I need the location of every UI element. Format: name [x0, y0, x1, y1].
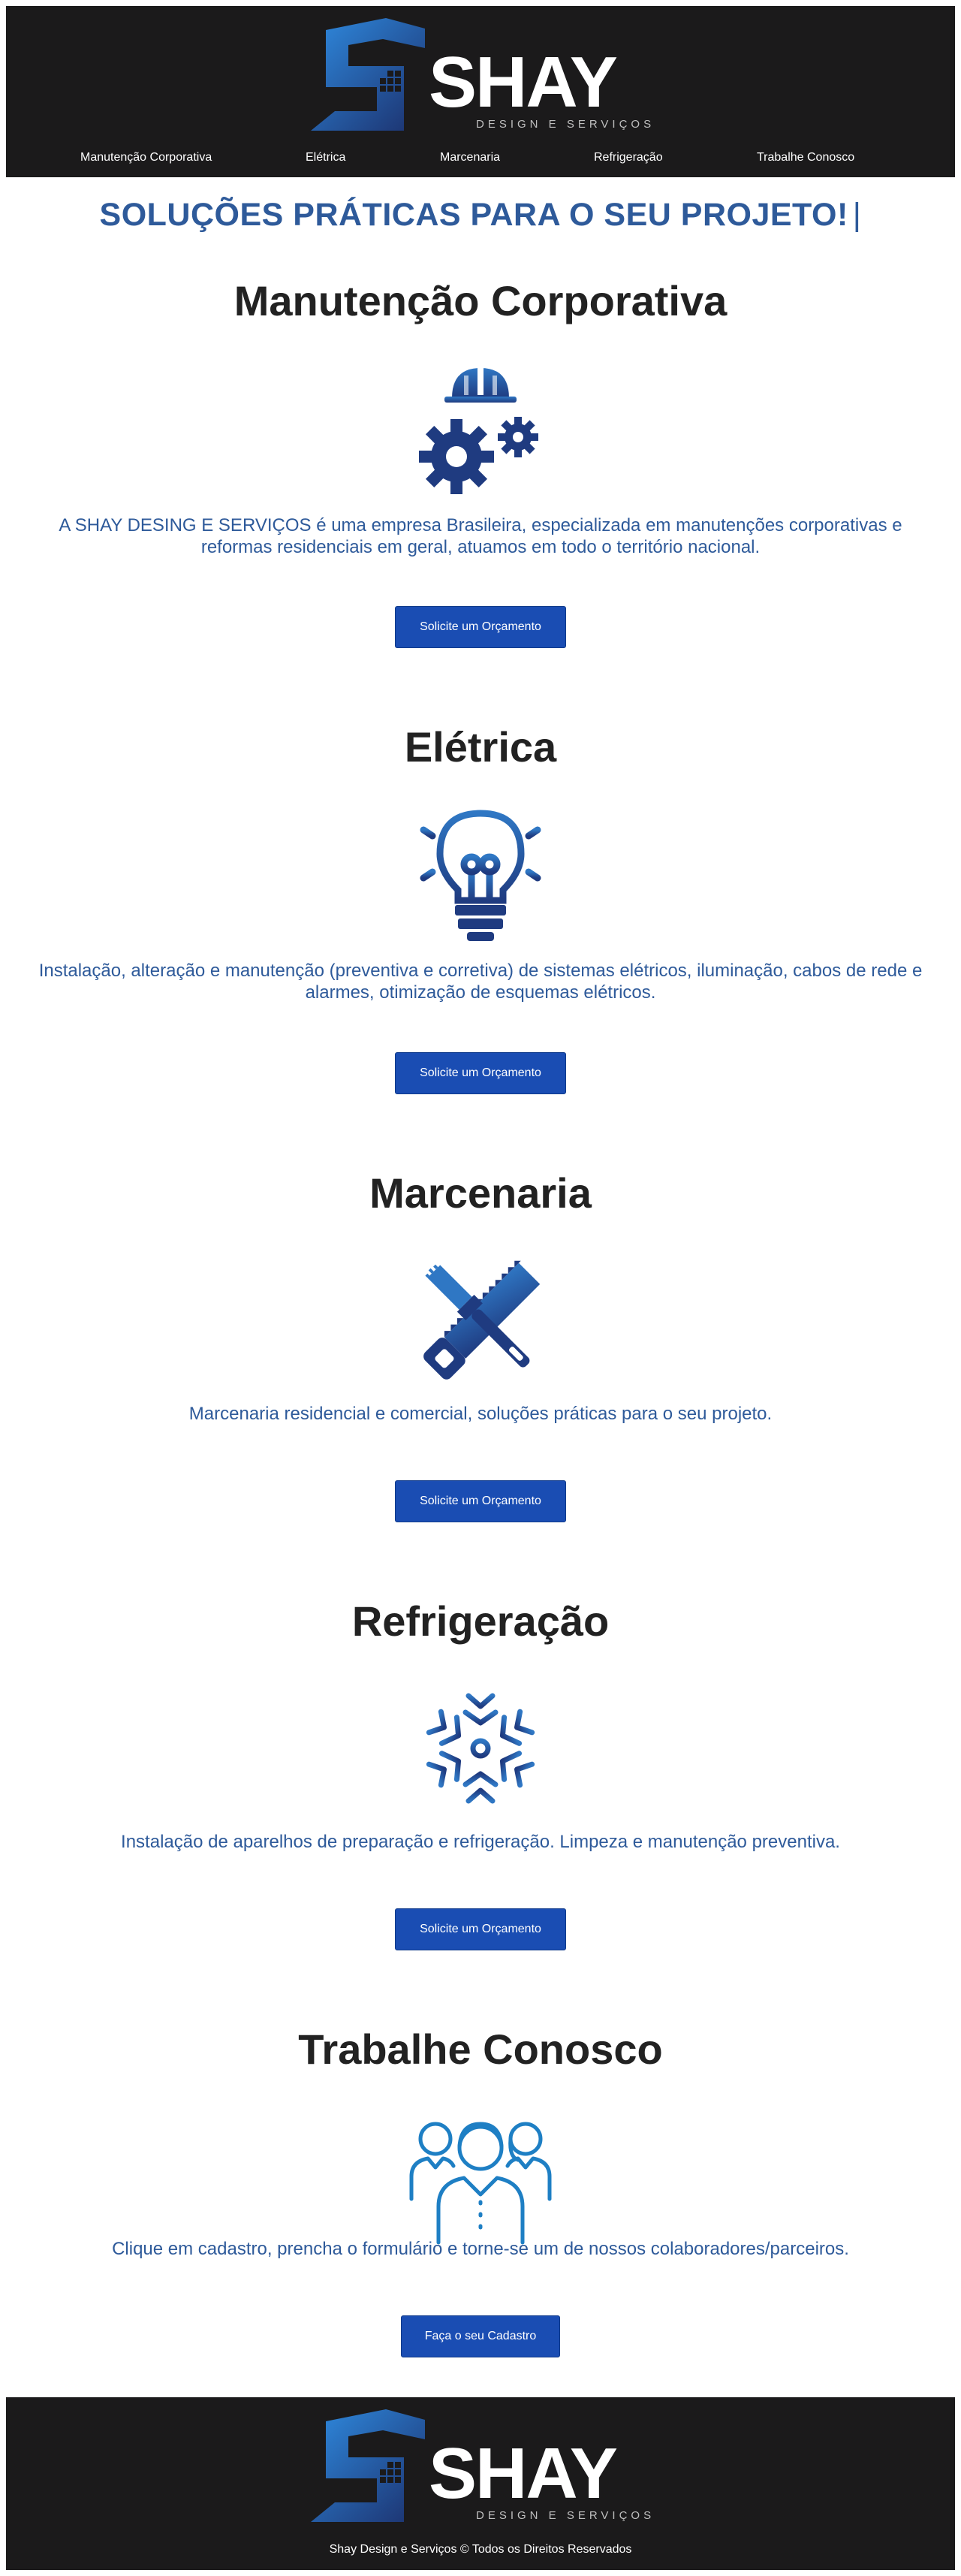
- footer-logo[interactable]: SHAY DESIGN E SERVIÇOS: [305, 2409, 668, 2522]
- main-nav: Manutenção Corporativa Elétrica Marcenar…: [6, 151, 955, 181]
- nav-item-eletrica[interactable]: Elétrica: [306, 151, 345, 164]
- section-title: Trabalhe Conosco: [298, 2026, 663, 2073]
- section-title: Marcenaria: [369, 1169, 592, 1217]
- typing-cursor: |: [852, 197, 862, 233]
- section-description: Instalação, alteração e manutenção (prev…: [38, 961, 923, 1003]
- footer-copyright: Shay Design e Serviços © Todos os Direit…: [329, 2543, 632, 2556]
- quote-button[interactable]: Solicite um Orçamento: [395, 606, 566, 648]
- section-description: Instalação de aparelhos de preparação e …: [121, 1832, 840, 1852]
- hero-tagline-text: SOLUÇÕES PRÁTICAS PARA O SEU PROJETO!: [99, 197, 848, 233]
- hero-tagline: SOLUÇÕES PRÁTICAS PARA O SEU PROJETO! |: [0, 197, 961, 234]
- signup-button[interactable]: Faça o seu Cadastro: [401, 2315, 560, 2357]
- section-description: Clique em cadastro, prencha o formulário…: [112, 2239, 849, 2259]
- page: SHAY DESIGN E SERVIÇOS Manutenção Corpor…: [0, 0, 961, 2576]
- quote-button[interactable]: Solicite um Orçamento: [395, 1480, 566, 1522]
- saw-brush-icon: [405, 1245, 556, 1395]
- site-logo[interactable]: SHAY DESIGN E SERVIÇOS: [305, 18, 668, 131]
- section-description: Marcenaria residencial e comercial, solu…: [188, 1404, 773, 1424]
- svg-text:SHAY: SHAY: [429, 2433, 617, 2514]
- quote-button[interactable]: Solicite um Orçamento: [395, 1052, 566, 1094]
- section-description: A SHAY DESING E SERVIÇOS é uma empresa B…: [59, 515, 902, 557]
- site-header: SHAY DESIGN E SERVIÇOS Manutenção Corpor…: [6, 6, 955, 177]
- nav-item-manutencao[interactable]: Manutenção Corporativa: [80, 151, 212, 164]
- svg-text:DESIGN E SERVIÇOS: DESIGN E SERVIÇOS: [476, 2509, 655, 2522]
- logo-mark-icon: SHAY DESIGN E SERVIÇOS: [311, 2409, 655, 2522]
- snowflake-icon: [405, 1673, 556, 1823]
- lightbulb-icon: [405, 800, 556, 950]
- quote-button[interactable]: Solicite um Orçamento: [395, 1908, 566, 1950]
- svg-text:DESIGN E SERVIÇOS: DESIGN E SERVIÇOS: [476, 118, 655, 131]
- section-title: Refrigeração: [351, 1597, 610, 1645]
- svg-text:SHAY: SHAY: [429, 42, 617, 122]
- helmet-gears-icon: [405, 353, 556, 503]
- nav-item-refrigeracao[interactable]: Refrigeração: [594, 151, 663, 164]
- section-title: Manutenção Corporativa: [233, 277, 728, 324]
- team-people-icon: [405, 2101, 556, 2252]
- nav-item-marcenaria[interactable]: Marcenaria: [440, 151, 500, 164]
- logo-mark-icon: SHAY DESIGN E SERVIÇOS: [311, 18, 655, 131]
- site-footer: SHAY DESIGN E SERVIÇOS Shay Design e Ser…: [6, 2397, 955, 2570]
- section-title: Elétrica: [404, 723, 557, 771]
- nav-item-trabalhe[interactable]: Trabalhe Conosco: [757, 151, 854, 164]
